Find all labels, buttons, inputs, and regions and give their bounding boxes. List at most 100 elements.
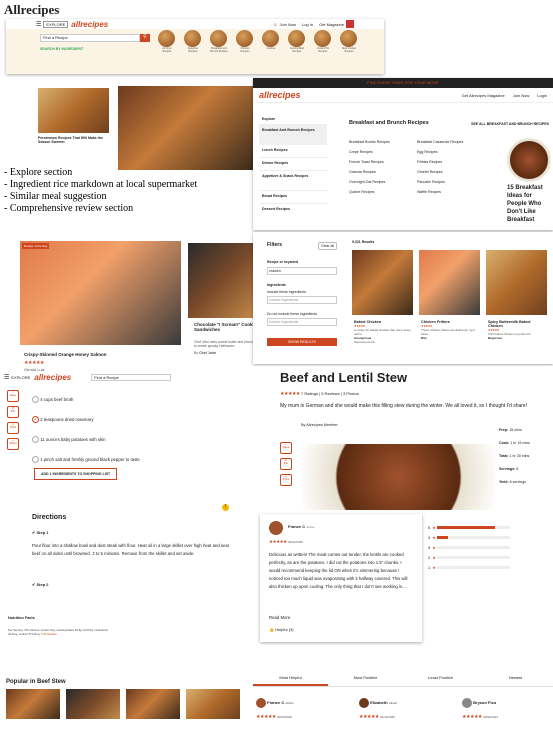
print-button[interactable]: ⎙ Print [280, 474, 292, 486]
add-to-shopping-list-button[interactable]: ADD 1 INGREDIENTS TO SHOPPING LIST [34, 468, 118, 480]
menu-link[interactable]: French Toast Recipes [349, 157, 390, 167]
recipe-keyword-input[interactable]: chicken [267, 267, 337, 275]
category-item[interactable]: Ground Beef Recipes [288, 30, 306, 53]
menu-link[interactable]: Overnight Oat Recipes [349, 177, 390, 187]
checkbox-icon[interactable] [32, 436, 39, 444]
step-1-label[interactable]: ✔ Step 1 [32, 530, 49, 535]
result-user[interactable]: Bogorous [488, 336, 546, 340]
rating-row[interactable]: 3 ★ [428, 542, 510, 552]
ingredient-item[interactable]: 11 ounces baby potatoes with skin [32, 430, 140, 450]
login-link[interactable]: Login [537, 93, 547, 98]
popular-item[interactable] [186, 689, 240, 719]
popular-item[interactable] [66, 689, 120, 719]
sandwich-image[interactable] [188, 243, 256, 318]
rating-row[interactable]: 2 ★ [428, 552, 510, 562]
tab-most-helpful[interactable]: Most Helpful [253, 671, 328, 686]
menu-item-bread[interactable]: Bread Recipes [259, 191, 327, 204]
share-button[interactable]: ⋯ Share [7, 438, 19, 450]
tab-least-positive[interactable]: Least Positive [403, 671, 478, 686]
menu-item-dessert[interactable]: Dessert Recipes [259, 204, 327, 217]
result-card-image[interactable] [486, 250, 547, 315]
join-link[interactable]: Join Now [280, 22, 296, 27]
ingredient-item[interactable]: 1 pinch salt and freshly ground black pe… [32, 450, 140, 470]
include-input[interactable]: Include ingredients [267, 296, 337, 304]
ratings-link[interactable]: 7 Ratings [301, 391, 318, 396]
menu-item-dinner[interactable]: Dinner Recipes [259, 158, 327, 171]
tab-most-positive[interactable]: Most Positive [328, 671, 403, 686]
sandwich-title[interactable]: Chocolate "I Scream" Cookie Sandwiches [194, 322, 260, 332]
search-by-ingredient-link[interactable]: SEARCH BY INGREDIENT [40, 47, 83, 51]
reviewer-card[interactable]: Bryson Fico ★★★★★ 02/02/2021 [462, 698, 552, 720]
user-icon[interactable]: ☺ [273, 22, 277, 27]
menu-link[interactable]: Pancake Recipes [417, 177, 463, 187]
salmon-title[interactable]: Crispy-Skinned Orange Honey Salmon [24, 352, 107, 357]
menu-link[interactable]: Quiche Recipes [349, 187, 390, 197]
pin-button[interactable]: P Pin [280, 458, 292, 470]
rating-row[interactable]: 1 ★ [428, 562, 510, 572]
menu-link[interactable]: Breakfast Casserole Recipes [417, 137, 463, 147]
recipe-keyword-label[interactable]: Recipe or keyword [267, 260, 337, 264]
result-card-image[interactable] [419, 250, 480, 315]
join-link[interactable]: Join Now [513, 93, 529, 98]
salmon-image[interactable] [20, 241, 181, 345]
checkbox-icon[interactable] [32, 396, 39, 404]
popular-item[interactable] [6, 689, 60, 719]
banner[interactable]: FIND EVERYTHING FOR YOUR MOVE [253, 78, 553, 88]
reviewer-name[interactable]: France C Allstar [288, 524, 315, 529]
exclude-input[interactable]: Include ingredients [267, 318, 337, 326]
menu-icon[interactable]: ☰ [4, 374, 9, 381]
menu-link[interactable]: Breakfast Burrito Recipes [349, 137, 390, 147]
search-button[interactable]: ⚲ [140, 34, 150, 42]
avatar[interactable] [269, 521, 283, 535]
save-button[interactable]: ♡ Save [280, 442, 292, 454]
magazine-cover-icon[interactable] [346, 20, 354, 28]
reviewer-card[interactable]: Elizabeth Allstar ★★★★★ 01/11/2020 [359, 698, 449, 720]
magazine-link[interactable]: Get Magazine [319, 22, 344, 27]
pin-button[interactable]: P Pin [7, 406, 19, 418]
menu-link[interactable]: Crepe Recipes [349, 147, 390, 157]
see-all-link[interactable]: SEE ALL BREAKFAST AND BRUNCH RECIPES [471, 122, 549, 126]
category-item[interactable]: Air Fryer Recipes [158, 30, 176, 53]
login-link[interactable]: Log In [302, 22, 313, 27]
rating-row[interactable]: 5 ★ [428, 522, 510, 532]
print-button[interactable]: ⎙ Print [7, 422, 19, 434]
menu-item-appetizer[interactable]: Appetizer & Snack Recipes [259, 171, 327, 191]
reviews-link[interactable]: 5 Reviews [321, 391, 339, 396]
rating-row[interactable]: 4 ★ [428, 532, 510, 542]
stew-image[interactable] [302, 444, 495, 510]
logo[interactable]: allrecipes [71, 20, 108, 29]
stew-author[interactable]: By Allrecipes Member [301, 423, 338, 427]
popular-item[interactable] [126, 689, 180, 719]
save-button[interactable]: ♡ Save [7, 390, 19, 402]
checkbox-icon[interactable] [32, 456, 39, 464]
tip-icon[interactable]: ! [222, 504, 229, 511]
explore-link[interactable]: EXPLORE [11, 375, 30, 380]
read-more-link[interactable]: Read More [269, 615, 290, 620]
result-user[interactable]: Rilo [421, 336, 479, 340]
persimmon-image[interactable] [38, 88, 109, 133]
menu-link[interactable]: Waffle Recipes [417, 187, 463, 197]
roast-chicken-image[interactable] [118, 86, 254, 170]
category-item[interactable]: Chicken Recipes [236, 30, 254, 53]
menu-link[interactable]: Omelet Recipes [417, 167, 463, 177]
promo-image[interactable] [507, 138, 551, 182]
logo[interactable]: allrecipes [34, 373, 71, 382]
magazine-link[interactable]: Get Allrecipes Magazine [462, 93, 505, 98]
search-input[interactable]: Find a Recipe [91, 373, 172, 381]
persimmon-card-title[interactable]: Persimmon Recipes That Will Make the Sea… [38, 136, 110, 144]
category-item[interactable]: Instant Pot Recipes [314, 30, 332, 53]
category-item[interactable]: Cookies [262, 30, 280, 53]
category-item[interactable]: Appetizer Recipes [184, 30, 202, 53]
explore-link[interactable]: EXPLORE [43, 20, 69, 28]
helpful-button[interactable]: 👍 Helpful (3) [269, 627, 294, 632]
clear-all-button[interactable]: Clear all [318, 242, 337, 250]
menu-item-lunch[interactable]: Lunch Recipes [259, 145, 327, 158]
result-card-image[interactable] [352, 250, 413, 315]
step-2-label[interactable]: ✔ Step 2 [32, 582, 49, 587]
menu-item-breakfast[interactable]: Breakfast And Brunch Recipes [259, 125, 327, 145]
category-item[interactable]: Slow Cooker Recipes [340, 30, 358, 53]
category-item[interactable]: Breakfast and Brunch Recipes [210, 30, 228, 53]
photos-link[interactable]: 3 Photos [343, 391, 359, 396]
result-title[interactable]: Spicy Buttermilk Baked Chicken [488, 320, 530, 328]
search-input[interactable]: Find a Recipe [40, 34, 140, 42]
